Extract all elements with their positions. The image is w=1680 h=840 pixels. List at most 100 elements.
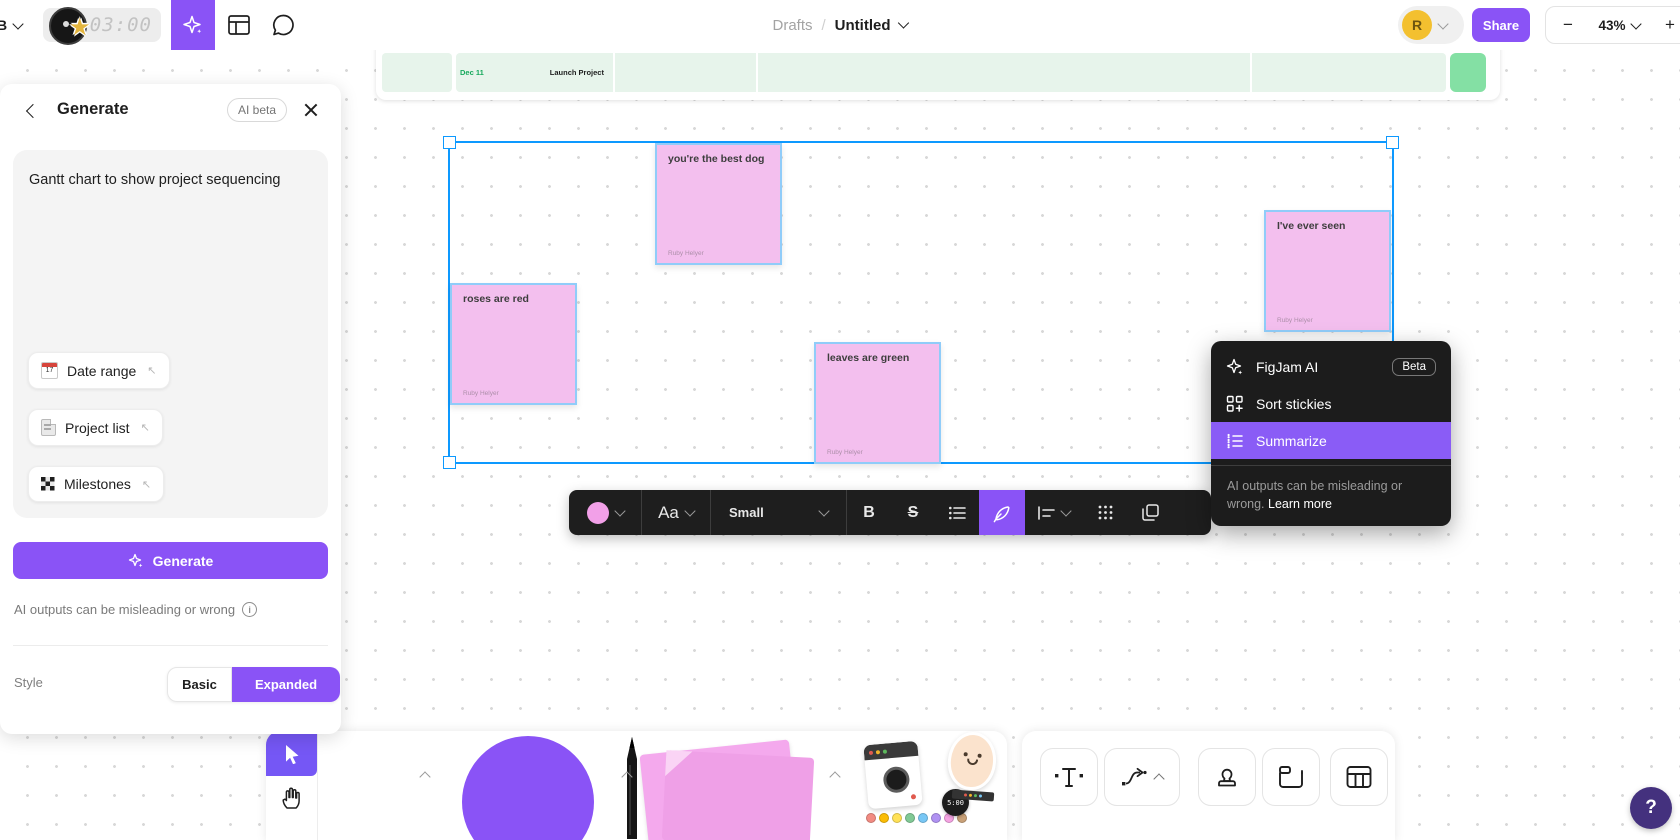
style-option-expanded[interactable]: Expanded — [232, 667, 340, 702]
chip-milestones[interactable]: Milestones ↖ — [28, 466, 164, 502]
bold-button[interactable]: B — [847, 490, 891, 535]
ai-sparkle-button[interactable] — [171, 0, 215, 50]
chip-label: Project list — [65, 420, 130, 436]
chevron-down-icon — [1437, 18, 1448, 29]
panel-title: Generate — [57, 100, 129, 119]
selection-handle-top-left[interactable] — [443, 136, 456, 149]
checkered-flag-icon — [41, 477, 55, 491]
menu-item-sort-stickies[interactable]: Sort stickies — [1211, 385, 1451, 422]
marker-expand-chevron[interactable] — [419, 771, 430, 782]
gantt-column-divider — [1250, 53, 1252, 92]
file-title[interactable]: Untitled — [835, 17, 891, 34]
strikethrough-button[interactable]: S — [891, 490, 935, 535]
sort-stickies-icon — [1226, 395, 1244, 413]
selection-handle-top-right[interactable] — [1386, 136, 1399, 149]
zoom-out-button[interactable]: − — [1546, 15, 1590, 35]
sticky-note[interactable]: I've ever seen Ruby Helyer — [1264, 210, 1391, 332]
sticky-author: Ruby Helyer — [827, 449, 863, 456]
beta-badge: Beta — [1392, 358, 1436, 376]
overflow-label: B — [0, 17, 7, 33]
chevron-down-icon[interactable] — [898, 17, 909, 28]
ai-beta-badge: AI beta — [227, 98, 287, 122]
camera-lens-icon — [882, 766, 910, 794]
zoom-level: 43% — [1598, 18, 1625, 33]
cursor-icon — [283, 744, 301, 764]
style-option-basic[interactable]: Basic — [167, 667, 232, 702]
avatar: R — [1402, 10, 1432, 40]
chip-label: Milestones — [64, 476, 131, 492]
zoom-in-button[interactable]: + — [1648, 15, 1680, 35]
connector-icon — [1121, 765, 1147, 789]
sticky-note[interactable]: leaves are green Ruby Helyer — [814, 342, 941, 464]
stamp-tool[interactable] — [1198, 748, 1256, 806]
color-swatch-icon — [587, 502, 609, 524]
hand-icon — [279, 784, 303, 810]
sticky-note[interactable]: roses are red Ruby Helyer — [450, 283, 577, 405]
connector-tool[interactable] — [1104, 748, 1180, 806]
font-size-dropdown[interactable]: Small — [711, 490, 846, 535]
more-options-button[interactable] — [1083, 490, 1127, 535]
gantt-milestone-cell[interactable] — [1450, 53, 1486, 92]
sticky-expand-chevron[interactable] — [829, 771, 840, 782]
close-icon[interactable] — [301, 100, 321, 120]
chip-label: Date range — [67, 363, 136, 379]
board-overflow-button[interactable]: B — [0, 0, 22, 50]
chat-button[interactable] — [268, 10, 298, 40]
camera-shutter-dot — [911, 794, 916, 799]
breadcrumb: Drafts / Untitled — [772, 0, 907, 50]
chip-project-list[interactable]: Project list ↖ — [28, 409, 163, 446]
egg-smiley-sticker[interactable] — [945, 730, 999, 793]
ai-disclaimer: AI outputs can be misleading or wrong i — [14, 602, 257, 617]
sticky-note-tool[interactable] — [662, 750, 815, 840]
font-button[interactable]: Aa — [642, 490, 710, 535]
info-icon[interactable]: i — [242, 602, 257, 617]
chevron-down-icon — [12, 18, 23, 29]
help-button[interactable]: ? — [1630, 787, 1672, 829]
learn-more-link[interactable]: Learn more — [1268, 497, 1332, 511]
disclaimer-text: AI outputs can be misleading or wrong — [14, 602, 235, 617]
generate-button[interactable]: Generate — [13, 542, 328, 579]
hand-tool[interactable] — [279, 784, 305, 810]
chevron-down-icon — [1060, 505, 1071, 516]
section-tool[interactable] — [1262, 748, 1320, 806]
text-tool[interactable] — [1040, 748, 1098, 806]
table-tool[interactable] — [1330, 748, 1388, 806]
connector-expand-chevron[interactable] — [1153, 773, 1164, 784]
style-segmented-control: Basic Expanded — [167, 667, 340, 702]
highlighter-button[interactable] — [979, 490, 1025, 535]
gantt-task: Launch Project — [550, 68, 604, 77]
sticky-note[interactable]: you're the best dog Ruby Helyer — [655, 143, 782, 265]
clipboard-icon — [1142, 504, 1159, 521]
templates-button[interactable] — [224, 10, 254, 40]
gantt-row[interactable]: Dec 11 Launch Project — [456, 53, 1446, 92]
select-tool[interactable] — [266, 731, 317, 776]
gantt-cell[interactable] — [382, 53, 452, 92]
bullet-list-button[interactable] — [935, 490, 979, 535]
quill-icon — [992, 503, 1012, 523]
back-button[interactable] — [26, 104, 40, 118]
color-picker-button[interactable] — [569, 490, 641, 535]
calendar-icon — [41, 362, 58, 379]
chevron-down-icon — [818, 505, 829, 516]
chip-date-range[interactable]: Date range ↖ — [28, 352, 170, 389]
text-icon — [1054, 765, 1084, 789]
alignment-button[interactable] — [1025, 490, 1083, 535]
menu-footer: AI outputs can be misleading or wrong. L… — [1211, 466, 1451, 526]
marker-tool[interactable] — [618, 735, 646, 840]
menu-item-figjam-ai[interactable]: FigJam AI Beta — [1211, 348, 1451, 385]
menu-item-label: Summarize — [1256, 433, 1327, 449]
stamp-pack-camera[interactable] — [863, 741, 922, 809]
sticky-author: Ruby Helyer — [463, 390, 499, 397]
breadcrumb-section[interactable]: Drafts — [772, 17, 812, 34]
share-button[interactable]: Share — [1472, 8, 1530, 42]
copy-properties-button[interactable] — [1127, 490, 1173, 535]
insert-arrow-icon: ↖ — [142, 478, 151, 491]
account-menu[interactable]: R — [1398, 6, 1464, 44]
shape-tool[interactable] — [462, 736, 594, 840]
timer-widget[interactable]: ★ 03:00 — [43, 8, 161, 42]
strikethrough-label: S — [908, 504, 919, 522]
prompt-input[interactable]: Gantt chart to show project sequencing D… — [13, 150, 328, 518]
selection-handle-bottom-left[interactable] — [443, 456, 456, 469]
zoom-level-dropdown[interactable]: 43% — [1590, 18, 1648, 33]
menu-item-summarize[interactable]: Summarize — [1211, 422, 1451, 459]
